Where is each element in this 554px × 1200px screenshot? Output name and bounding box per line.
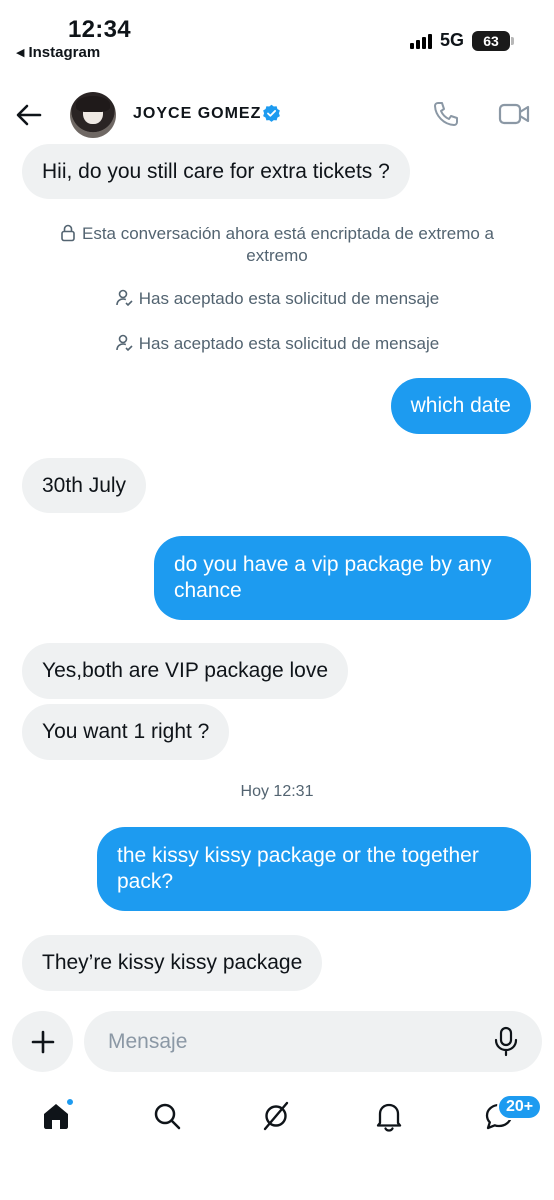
status-indicators: 5G 63	[409, 30, 514, 51]
back-triangle-icon: ◀	[16, 47, 25, 59]
bell-icon	[376, 1103, 402, 1132]
encryption-notice-text: Esta conversación ahora está encriptada …	[81, 224, 495, 265]
outgoing-message[interactable]: the kissy kissy package or the together …	[97, 827, 531, 911]
nav-notifications[interactable]	[369, 1096, 409, 1136]
network-type: 5G	[439, 30, 464, 50]
phone-call-icon[interactable]	[432, 100, 460, 128]
request-accepted-notice: Has aceptado esta solicitud de mensaje	[0, 333, 554, 355]
search-icon	[154, 1103, 181, 1130]
user-check-icon	[115, 289, 133, 307]
nav-grok[interactable]	[256, 1096, 296, 1136]
user-check-icon	[115, 334, 133, 352]
battery-level: 63	[483, 32, 499, 49]
nav-home[interactable]	[36, 1096, 76, 1136]
lock-icon	[61, 224, 75, 242]
messages-count-badge: 20+	[497, 1094, 543, 1120]
back-to-app-link[interactable]: ◀ Instagram	[16, 44, 100, 61]
nav-search[interactable]	[147, 1096, 187, 1136]
outgoing-message[interactable]: do you have a vip package by any chance	[154, 536, 531, 620]
microphone-icon[interactable]	[492, 1026, 520, 1057]
incoming-message[interactable]: Yes,both are VIP package love	[22, 643, 349, 699]
message-input[interactable]	[108, 1011, 478, 1072]
verified-badge-icon	[263, 104, 280, 122]
incoming-message[interactable]: You want 1 right ?	[22, 704, 230, 760]
incoming-message[interactable]: They’re kissy kissy package	[22, 935, 323, 991]
notification-dot	[66, 1098, 74, 1106]
outgoing-message[interactable]: which date	[390, 378, 531, 434]
video-call-icon[interactable]	[498, 102, 530, 126]
back-arrow-icon[interactable]	[14, 100, 44, 130]
avatar[interactable]	[70, 92, 116, 138]
conversation-header: JOYCE GOMEZ	[0, 88, 554, 144]
request-accepted-text: Has aceptado esta solicitud de mensaje	[138, 334, 440, 353]
request-accepted-notice: Has aceptado esta solicitud de mensaje	[0, 288, 554, 310]
status-time: 12:34	[68, 16, 131, 43]
encryption-notice: Esta conversación ahora está encriptada …	[0, 223, 554, 267]
request-accepted-text: Has aceptado esta solicitud de mensaje	[138, 289, 440, 308]
back-to-app-label: Instagram	[28, 44, 101, 61]
incoming-message[interactable]: Hii, do you still care for extra tickets…	[22, 144, 410, 199]
battery-icon: 63	[472, 30, 514, 51]
message-timestamp: Hoy 12:31	[240, 783, 314, 800]
grok-icon	[263, 1101, 289, 1131]
add-attachment-button[interactable]	[12, 1011, 73, 1072]
plus-icon	[31, 1030, 54, 1053]
message-composer	[84, 1011, 542, 1072]
contact-name[interactable]: JOYCE GOMEZ	[133, 105, 261, 123]
signal-icon	[409, 33, 432, 49]
incoming-message[interactable]: 30th July	[22, 458, 147, 513]
